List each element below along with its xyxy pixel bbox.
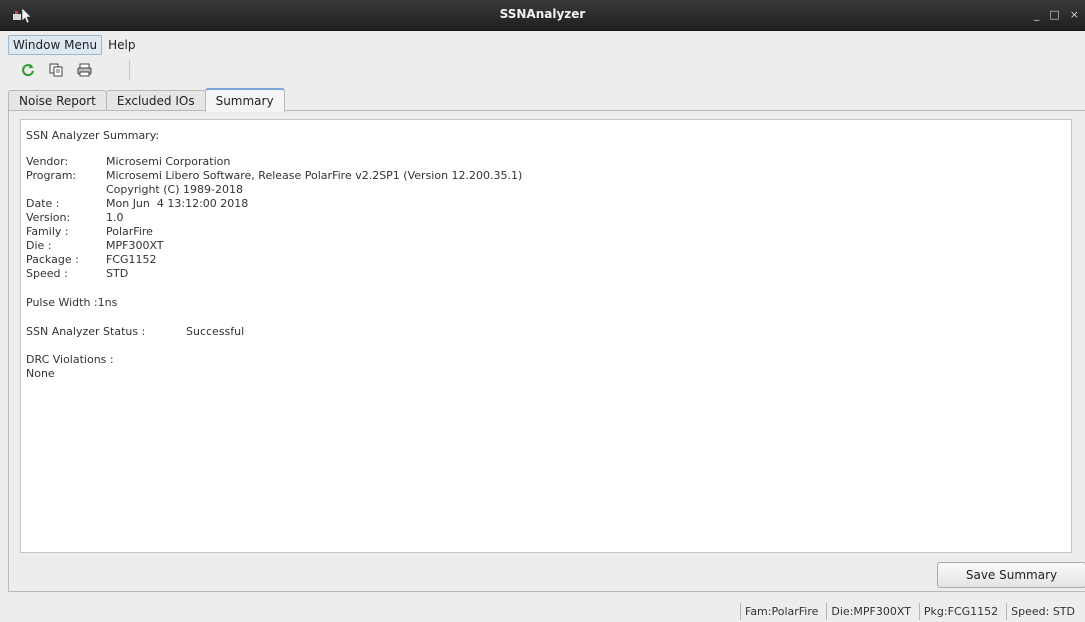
field-value: PolarFire — [106, 225, 153, 238]
window-controls: _ □ × — [1034, 8, 1079, 21]
copy-icon[interactable] — [48, 62, 64, 78]
status-speed: Speed: STD — [1006, 603, 1079, 620]
field-value: FCG1152 — [106, 253, 157, 266]
menu-help[interactable]: Help — [104, 36, 139, 54]
print-icon[interactable] — [76, 62, 92, 78]
field-label: Die : — [26, 239, 52, 252]
status-value: Successful — [186, 325, 245, 338]
field-label: Vendor: — [26, 155, 69, 168]
field-value: Mon Jun 4 13:12:00 2018 — [106, 197, 249, 210]
summary-panel: SSN Analyzer Summary: Vendor: Microsemi … — [8, 110, 1085, 592]
toolbar-separator — [129, 60, 130, 80]
tab-excluded-ios[interactable]: Excluded IOs — [105, 90, 206, 111]
tab-summary[interactable]: Summary — [204, 88, 285, 112]
toolbar — [20, 60, 92, 80]
status-die: Die:MPF300XT — [826, 603, 915, 620]
maximize-button[interactable]: □ — [1049, 8, 1059, 21]
tab-bar: Noise Report Excluded IOs Summary — [8, 88, 285, 112]
save-summary-button[interactable]: Save Summary — [937, 562, 1085, 588]
status-family: Fam:PolarFire — [740, 603, 822, 620]
menu-window[interactable]: Window Menu — [8, 35, 103, 55]
field-label: Date : — [26, 197, 60, 210]
window-title: SSNAnalyzer — [499, 7, 586, 21]
field-value: STD — [106, 267, 129, 280]
field-label: Family : — [26, 225, 69, 238]
field-value: MPF300XT — [106, 239, 164, 252]
minimize-button[interactable]: _ — [1034, 8, 1040, 21]
status-package: Pkg:FCG1152 — [918, 603, 1002, 620]
drc-violations-label: DRC Violations : — [26, 353, 114, 366]
drc-violations-value: None — [26, 367, 55, 380]
field-label: Package : — [26, 253, 79, 266]
field-label: Speed : — [26, 267, 68, 280]
field-value: Microsemi Libero Software, Release Polar… — [106, 169, 523, 182]
refresh-icon[interactable] — [20, 62, 36, 78]
field-value: 1.0 — [106, 211, 124, 224]
tab-noise-report[interactable]: Noise Report — [8, 90, 107, 111]
close-button[interactable]: × — [1070, 8, 1079, 21]
summary-heading: SSN Analyzer Summary: — [26, 129, 160, 142]
field-value: Copyright (C) 1989-2018 — [106, 183, 243, 196]
field-label: Version: — [26, 211, 71, 224]
field-label: Program: — [26, 169, 77, 182]
menu-bar: Window Menu Help — [8, 34, 141, 56]
summary-text-area[interactable]: SSN Analyzer Summary: Vendor: Microsemi … — [20, 119, 1072, 553]
status-bar: Fam:PolarFire Die:MPF300XT Pkg:FCG1152 S… — [740, 603, 1079, 621]
app-window: SSNAnalyzer _ □ × Window Menu Help Noise… — [0, 0, 1085, 622]
status-label: SSN Analyzer Status : — [26, 325, 146, 338]
field-value: Microsemi Corporation — [106, 155, 231, 168]
title-bar: SSNAnalyzer _ □ × — [0, 0, 1085, 31]
pulse-width-text: Pulse Width :1ns — [26, 296, 118, 309]
